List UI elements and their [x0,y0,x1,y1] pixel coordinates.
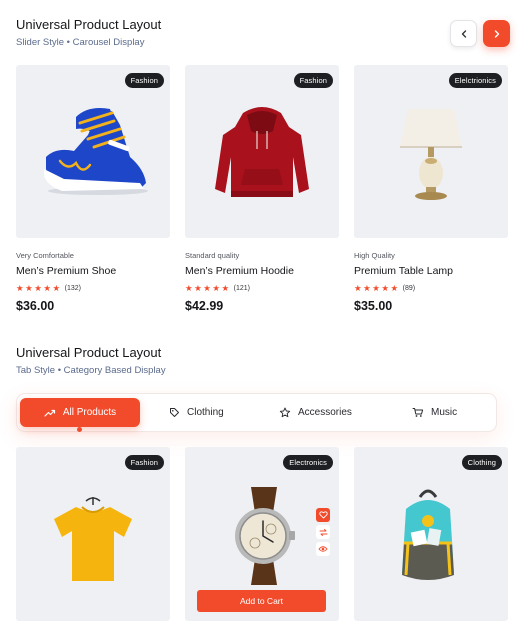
tab-accessories[interactable]: Accessories [279,398,352,427]
product-card-hoodie[interactable]: Fashion [185,65,339,238]
compare-button[interactable] [316,525,330,539]
product-price: $35.00 [354,299,393,313]
rating-stars-icon: ★★★★★ [185,283,231,293]
wishlist-button[interactable] [316,508,330,522]
product-price: $42.99 [185,299,224,313]
product-card-tshirt[interactable]: Fashion [16,447,170,621]
tab-clothing[interactable]: Clothing [169,398,224,427]
product-card-shoe[interactable]: Fashion [16,65,170,238]
category-badge: Fashion [293,73,333,88]
star-icon [279,407,291,418]
slider-section-title: Universal Product Layout [16,17,162,32]
heart-icon [318,511,328,519]
hoodie-image [215,107,309,197]
product-note: Standard quality [185,251,240,260]
product-rating: ★★★★★ (121) [185,283,250,294]
chevron-left-icon [461,29,466,38]
category-tab-bar: All Products Clothing Accessories Music [16,393,497,432]
review-count: (89) [402,285,416,292]
product-note: Very Comfortable [16,251,74,260]
review-count: (121) [233,285,250,292]
add-to-cart-button[interactable]: Add to Cart [197,590,326,612]
cart-icon [412,408,424,417]
lamp-image [400,109,462,200]
product-note: High Quality [354,251,395,260]
chevron-right-icon [494,29,499,38]
product-rating: ★★★★★ (132) [16,283,81,294]
review-count: (132) [64,285,81,292]
eye-icon [318,546,328,552]
tab-label: Accessories [298,407,352,418]
product-price: $36.00 [16,299,55,313]
category-badge: Elelctrionics [448,73,502,88]
tshirt-image [54,497,132,581]
product-card-lamp[interactable]: Elelctrionics [354,65,508,238]
product-rating: ★★★★★ (89) [354,283,415,294]
quick-actions [316,508,330,556]
shoe-image [44,108,148,195]
tab-all-products[interactable]: All Products [20,398,140,427]
tab-section-title: Universal Product Layout [16,345,162,360]
rating-stars-icon: ★★★★★ [354,283,400,293]
tab-label: Music [431,407,458,418]
category-badge: Clothing [461,455,502,470]
product-card-backpack[interactable]: Clothing [354,447,508,621]
trending-up-icon [44,409,55,417]
tab-section-subtitle: Tab Style • Category Based Display [16,365,166,376]
compare-icon [319,528,327,536]
category-badge: Fashion [124,455,164,470]
category-badge: Electronics [283,455,333,470]
tab-music[interactable]: Music [412,398,457,427]
quick-view-button[interactable] [316,542,330,556]
carousel-next-button[interactable] [483,20,510,47]
carousel-prev-button[interactable] [450,20,477,47]
backpack-image [402,489,454,580]
product-name[interactable]: Men’s Premium Shoe [16,265,116,277]
category-badge: Fashion [124,73,164,88]
tag-icon [170,408,179,417]
product-name[interactable]: Premium Table Lamp [354,265,453,277]
active-tab-indicator [77,427,82,432]
product-name[interactable]: Men’s Premium Hoodie [185,265,294,277]
slider-section-subtitle: Slider Style • Carousel Display [16,37,145,48]
tab-label: All Products [62,407,117,418]
tab-label: Clothing [187,407,224,418]
rating-stars-icon: ★★★★★ [16,283,62,293]
